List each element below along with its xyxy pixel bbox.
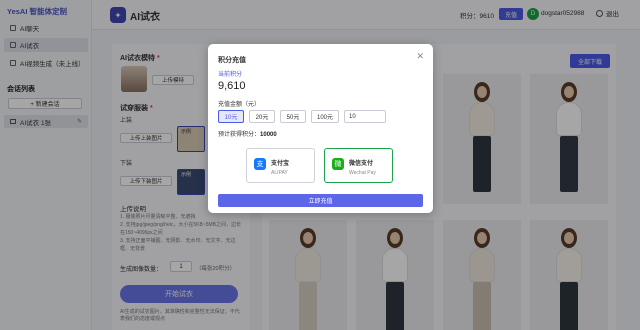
amount-option-10[interactable]: 10元 (218, 110, 244, 123)
amount-option-50[interactable]: 50元 (280, 110, 306, 123)
close-icon[interactable]: ✕ (416, 51, 424, 62)
custom-amount-input[interactable]: 10 (344, 110, 386, 123)
expected-points: 预计获得积分：10000 (218, 132, 277, 138)
wechat-pay-option[interactable]: 微 微信支付 Wechat Pay (324, 148, 393, 183)
alipay-icon: 支 (254, 158, 266, 170)
amount-option-20[interactable]: 20元 (249, 110, 275, 123)
wechat-pay-icon: 微 (332, 158, 344, 170)
current-points-value: 9,610 (218, 80, 246, 92)
amount-label: 充值金额（元） (218, 102, 261, 108)
confirm-recharge-button[interactable]: 立即充值 (218, 194, 423, 207)
modal-title: 积分充值 (218, 57, 246, 64)
payment-sub: ALIPAY (271, 170, 288, 176)
alipay-option[interactable]: 支 支付宝 ALIPAY (246, 148, 315, 183)
amount-option-100[interactable]: 100元 (311, 110, 339, 123)
payment-name: 微信支付 (349, 161, 374, 167)
current-points-label: 当前积分 (218, 72, 243, 78)
recharge-modal: 积分充值 ✕ 当前积分 9,610 充值金额（元） 10元 20元 50元 10… (208, 44, 433, 213)
payment-name: 支付宝 (271, 161, 290, 167)
payment-sub: Wechat Pay (349, 170, 376, 176)
